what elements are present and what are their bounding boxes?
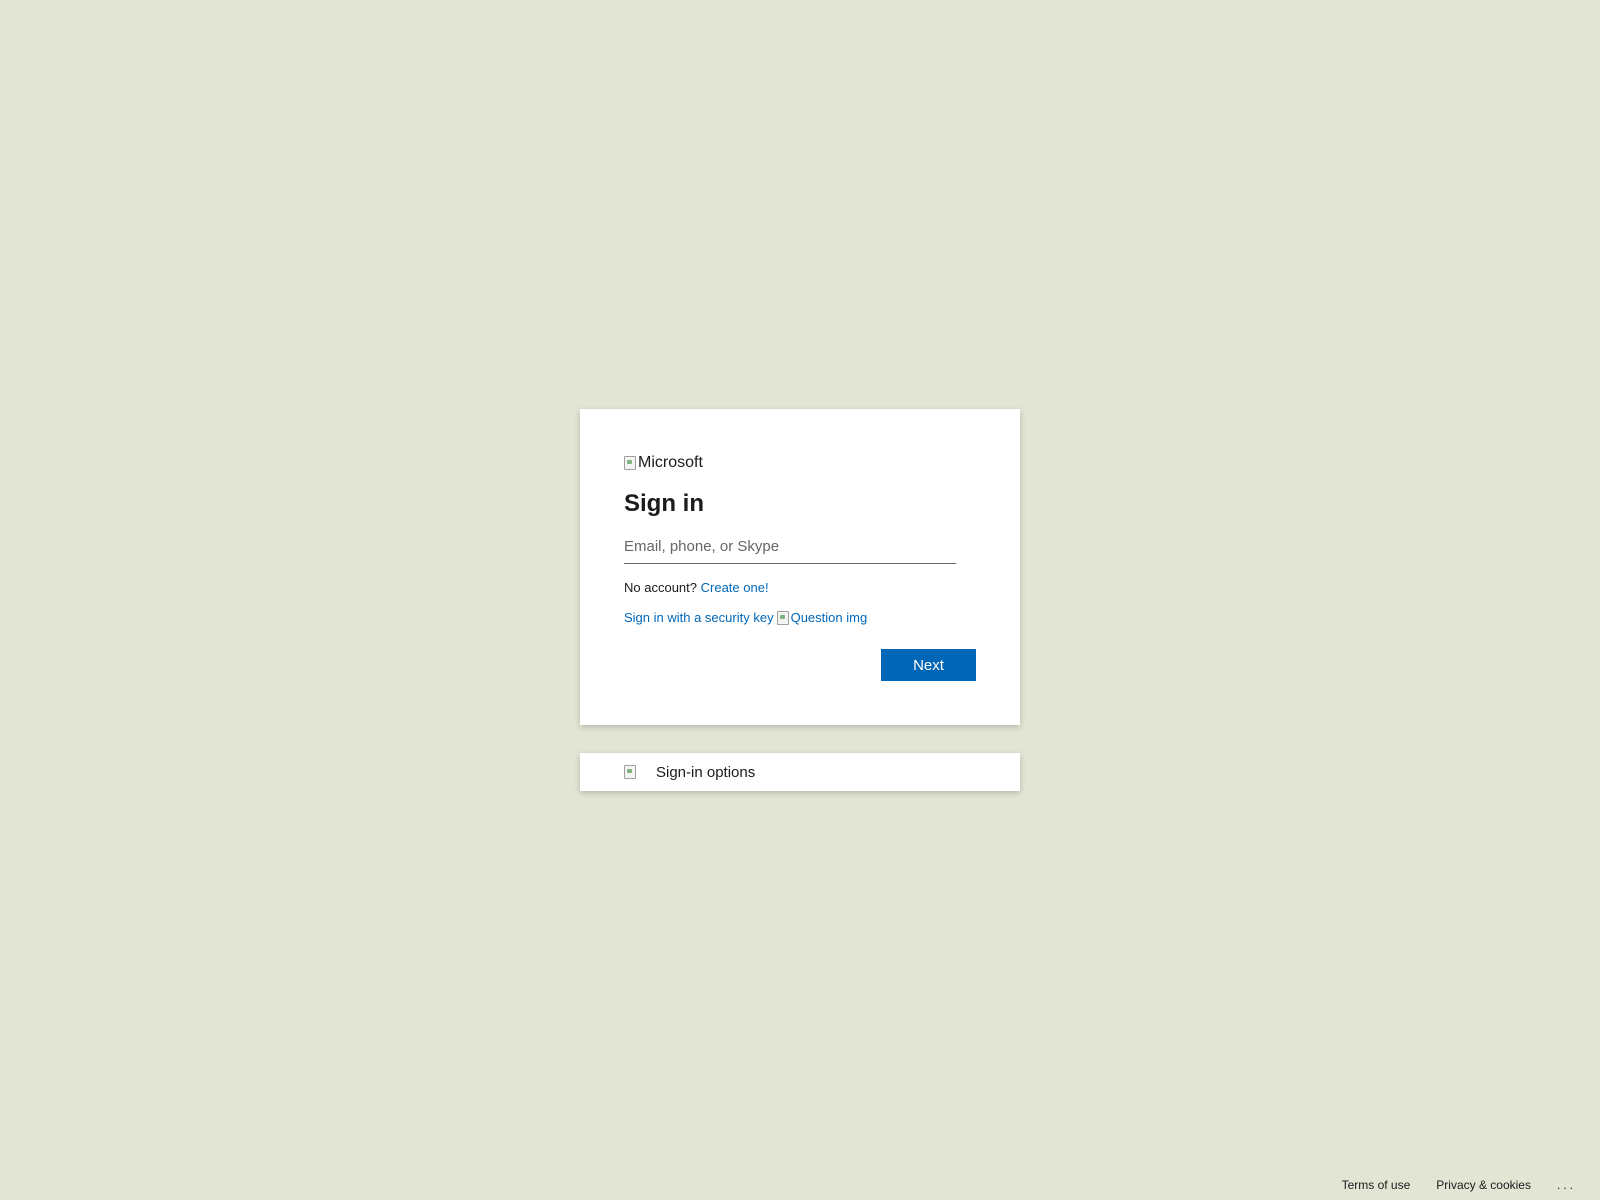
sign-in-options-button[interactable]: Sign-in options — [580, 753, 1020, 791]
broken-image-icon — [624, 456, 636, 470]
more-options-icon[interactable]: ... — [1557, 1178, 1576, 1192]
logo-alt-text: Microsoft — [638, 454, 703, 471]
microsoft-logo: Microsoft — [624, 453, 976, 473]
security-key-link[interactable]: Sign in with a security key — [624, 610, 774, 625]
create-account-link[interactable]: Create one! — [701, 580, 769, 595]
page-title: Sign in — [624, 490, 704, 517]
button-row: Next — [881, 649, 976, 681]
email-field-wrapper — [624, 532, 956, 564]
question-img-alt: Question img — [790, 610, 868, 625]
no-account-text: No account? — [624, 580, 697, 595]
privacy-link[interactable]: Privacy & cookies — [1436, 1178, 1531, 1192]
footer: Terms of use Privacy & cookies ... — [1316, 1178, 1576, 1192]
key-icon — [624, 765, 636, 779]
page: Microsoft Sign in No account? Create one… — [0, 0, 1600, 1200]
next-button[interactable]: Next — [881, 649, 976, 681]
help-icon[interactable]: Question img — [776, 610, 868, 625]
security-key-row: Sign in with a security key Question img — [624, 610, 976, 625]
terms-link[interactable]: Terms of use — [1342, 1178, 1411, 1192]
sign-in-card: Microsoft Sign in No account? Create one… — [580, 409, 1020, 725]
sign-in-options-label: Sign-in options — [656, 763, 756, 781]
no-account-row: No account? Create one! — [624, 580, 976, 595]
email-field[interactable] — [624, 532, 956, 563]
broken-image-icon — [776, 610, 789, 625]
